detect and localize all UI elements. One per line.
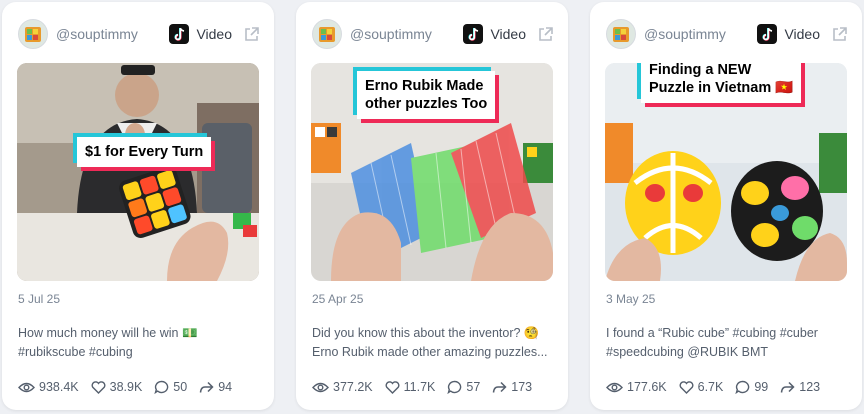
video-card[interactable]: @souptimmy Video: [590, 2, 862, 410]
comments-stat: 99: [735, 380, 768, 394]
comments-stat: 57: [447, 380, 480, 394]
post-description: How much money will he win 💵 #rubikscube…: [18, 324, 260, 362]
likes-stat: 38.9K: [91, 380, 143, 394]
content-type-label: Video: [196, 26, 232, 42]
share-icon: [781, 381, 795, 393]
likes-count: 6.7K: [697, 380, 724, 394]
author-handle[interactable]: @souptimmy: [350, 26, 463, 42]
content-type-label: Video: [784, 26, 820, 42]
content-type-label: Video: [490, 26, 526, 42]
comments-count: 57: [466, 380, 481, 394]
author-handle[interactable]: @souptimmy: [644, 26, 757, 42]
shares-stat: 94: [199, 380, 232, 394]
post-date: 25 Apr 25: [312, 292, 364, 306]
tiktok-icon: [463, 24, 484, 44]
external-link-icon[interactable]: [242, 25, 260, 43]
heart-icon: [385, 380, 400, 394]
heart-icon: [679, 380, 694, 394]
shares-stat: 173: [492, 380, 532, 394]
views-count: 938.4K: [39, 380, 79, 394]
avatar[interactable]: [312, 19, 342, 49]
caption-line: $1 for Every Turn: [85, 144, 204, 160]
views-count: 177.6K: [627, 380, 667, 394]
description-line: I found a “Rubic cube” #cubing #cuber: [606, 326, 818, 340]
shares-count: 94: [218, 380, 233, 394]
tiktok-icon: [757, 24, 778, 44]
external-link-icon[interactable]: [830, 25, 848, 43]
avatar[interactable]: [606, 19, 636, 49]
caption-line: other puzzles Too: [365, 96, 488, 112]
caption-line: Erno Rubik Made: [365, 78, 484, 94]
card-header: @souptimmy Video: [18, 18, 260, 50]
video-thumbnail[interactable]: Erno Rubik Made other puzzles Too: [311, 63, 553, 281]
eye-icon: [606, 382, 623, 392]
comment-icon: [447, 380, 462, 394]
heart-icon: [91, 380, 106, 394]
post-date: 3 May 25: [606, 292, 656, 306]
description-line: #speedcubing @RUBIK BMT: [606, 345, 769, 359]
thumbnail-caption: Finding a NEW Puzzle in Vietnam 🇻🇳: [641, 63, 802, 103]
card-header: @souptimmy Video: [312, 18, 554, 50]
shares-stat: 123: [780, 380, 820, 394]
likes-count: 38.9K: [109, 380, 143, 394]
video-card[interactable]: @souptimmy Video: [296, 2, 568, 410]
description-line: How much money will he win 💵: [18, 326, 198, 340]
views-stat: 938.4K: [18, 380, 79, 394]
card-header: @souptimmy Video: [606, 18, 848, 50]
comments-count: 50: [173, 380, 188, 394]
eye-icon: [18, 382, 35, 392]
description-line: #rubikscube #cubing: [18, 345, 133, 359]
views-stat: 377.2K: [312, 380, 373, 394]
author-handle[interactable]: @souptimmy: [56, 26, 169, 42]
video-thumbnail[interactable]: Finding a NEW Puzzle in Vietnam 🇻🇳: [605, 63, 847, 281]
description-line: Did you know this about the inventor? 🧐: [312, 326, 540, 340]
comment-icon: [154, 380, 169, 394]
video-card[interactable]: @souptimmy Video: [2, 2, 274, 410]
engagement-stats: 377.2K 11.7K 57 173: [312, 378, 544, 396]
engagement-stats: 177.6K 6.7K 99 123: [606, 378, 832, 396]
likes-stat: 11.7K: [385, 380, 436, 394]
engagement-stats: 938.4K 38.9K 50 94: [18, 378, 244, 396]
comments-stat: 50: [154, 380, 187, 394]
post-date: 5 Jul 25: [18, 292, 61, 306]
comment-icon: [735, 380, 750, 394]
avatar[interactable]: [18, 19, 48, 49]
likes-count: 11.7K: [403, 380, 436, 394]
likes-stat: 6.7K: [679, 380, 724, 394]
caption-line: Finding a NEW: [649, 63, 752, 78]
share-icon: [493, 381, 507, 393]
post-description: I found a “Rubic cube” #cubing #cuber #s…: [606, 324, 848, 362]
views-stat: 177.6K: [606, 380, 667, 394]
eye-icon: [312, 382, 329, 392]
thumbnail-caption: Erno Rubik Made other puzzles Too: [357, 71, 496, 119]
description-line: Erno Rubik made other amazing puzzles...: [312, 345, 548, 359]
comments-count: 99: [754, 380, 769, 394]
views-count: 377.2K: [333, 380, 373, 394]
tiktok-icon: [169, 24, 190, 44]
shares-count: 123: [799, 380, 821, 394]
thumbnail-caption: $1 for Every Turn: [77, 137, 212, 167]
external-link-icon[interactable]: [536, 25, 554, 43]
video-thumbnail[interactable]: $1 for Every Turn: [17, 63, 259, 281]
caption-line: Puzzle in Vietnam 🇻🇳: [649, 80, 794, 96]
post-description: Did you know this about the inventor? 🧐 …: [312, 324, 554, 362]
share-icon: [199, 381, 214, 393]
shares-count: 173: [511, 380, 533, 394]
